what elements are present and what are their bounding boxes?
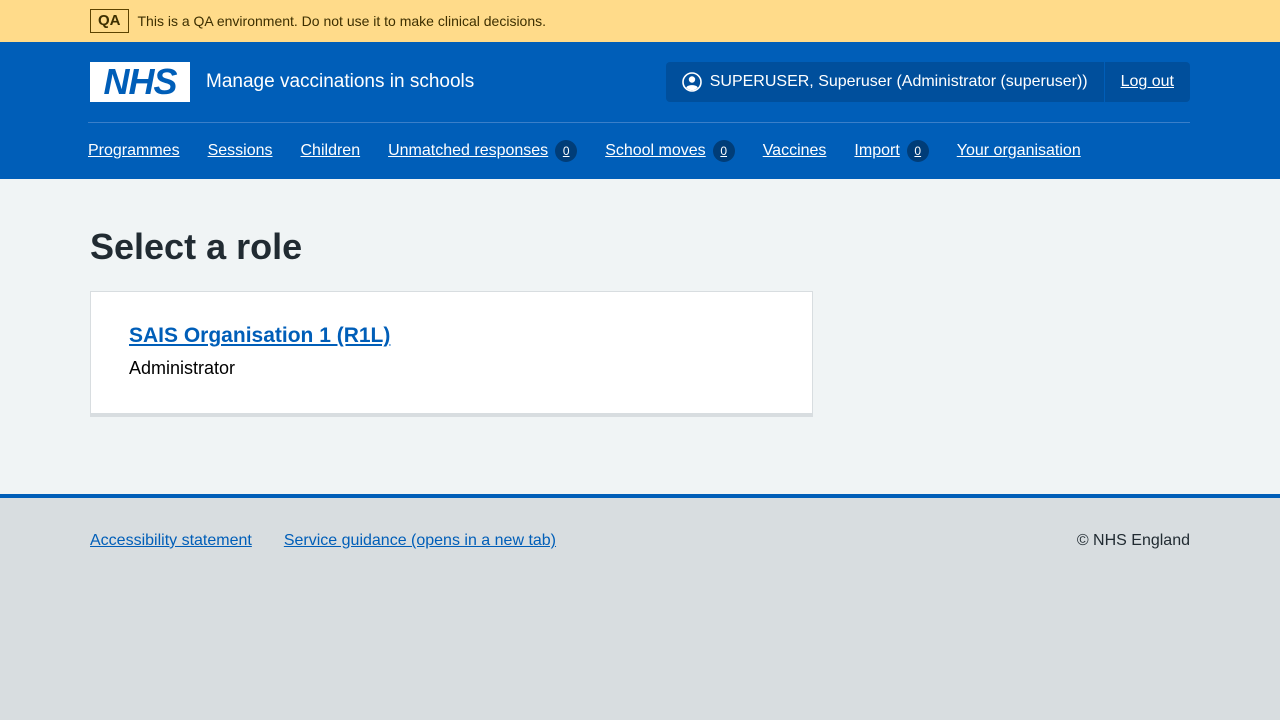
account-user: SUPERUSER, Superuser (Administrator (sup…	[666, 62, 1105, 102]
nav-item-your-organisation[interactable]: Your organisation	[957, 142, 1081, 160]
nhs-logo-text: NHS	[103, 61, 177, 102]
user-icon	[681, 72, 702, 92]
site-footer: Accessibility statement Service guidance…	[0, 498, 1280, 720]
count-badge: 0	[712, 140, 735, 162]
environment-tag: QA	[90, 9, 129, 33]
copyright: © NHS England	[1076, 532, 1190, 549]
nav-item-unmatched-responses[interactable]: Unmatched responses 0	[388, 140, 578, 162]
nav-item-label: Vaccines	[762, 142, 827, 159]
nav-item-programmes[interactable]: Programmes	[88, 142, 180, 160]
accessibility-statement-link[interactable]: Accessibility statement	[90, 532, 252, 720]
page-title: Select a role	[90, 226, 303, 267]
nav-item-label: Import	[854, 142, 900, 159]
main-content: Select a role SAIS Organisation 1 (R1L) …	[0, 179, 1280, 494]
count-badge: 0	[555, 140, 578, 162]
brand[interactable]: NHS Manage vaccinations in schools	[90, 62, 474, 102]
nav-item-label: Programmes	[88, 142, 180, 159]
organisation-link[interactable]: SAIS Organisation 1 (R1L)	[129, 324, 390, 348]
nav-item-vaccines[interactable]: Vaccines	[763, 142, 827, 160]
nav-item-label: Sessions	[207, 142, 273, 159]
footer-links: Accessibility statement Service guidance…	[90, 532, 588, 720]
role-label: Administrator	[129, 358, 236, 378]
nav-item-label: School moves	[605, 142, 706, 159]
environment-banner: QA This is a QA environment. Do not use …	[0, 0, 1280, 42]
count-badge: 0	[906, 140, 929, 162]
site-header: NHS Manage vaccinations in schools SUPER…	[0, 42, 1280, 179]
nav-item-sessions[interactable]: Sessions	[208, 142, 273, 160]
primary-navigation: Programmes Sessions Children Unmatched r…	[88, 122, 1190, 179]
nav-item-school-moves[interactable]: School moves 0	[605, 140, 735, 162]
nav-item-import[interactable]: Import 0	[854, 140, 929, 162]
nav-item-label: Children	[300, 142, 361, 159]
nav-item-label: Unmatched responses	[388, 142, 549, 159]
nhs-logo[interactable]: NHS	[90, 62, 190, 102]
environment-message: This is a QA environment. Do not use it …	[137, 13, 547, 29]
service-name[interactable]: Manage vaccinations in schools	[206, 71, 474, 93]
nav-item-label: Your organisation	[956, 142, 1081, 159]
nav-item-children[interactable]: Children	[301, 142, 361, 160]
role-card: SAIS Organisation 1 (R1L) Administrator	[90, 291, 813, 417]
logout-link[interactable]: Log out	[1105, 62, 1190, 102]
service-guidance-link[interactable]: Service guidance (opens in a new tab)	[284, 532, 556, 720]
account-bar: SUPERUSER, Superuser (Administrator (sup…	[665, 62, 1190, 102]
account-user-label: SUPERUSER, Superuser (Administrator (sup…	[709, 73, 1088, 90]
header-top: NHS Manage vaccinations in schools SUPER…	[90, 42, 1190, 122]
